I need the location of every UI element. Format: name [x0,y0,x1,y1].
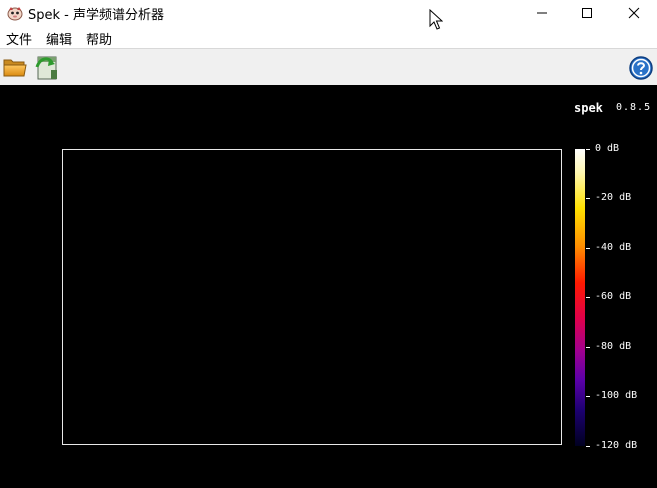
menu-edit[interactable]: 编辑 [46,29,72,48]
menu-bar: 文件 编辑 帮助 [0,26,657,48]
version-label: 0.8.5 [616,102,652,113]
minimize-icon [537,12,547,14]
db-tick [586,248,590,249]
db-label: -40 dB [595,242,632,253]
help-icon[interactable] [628,55,654,81]
db-label: -120 dB [595,440,638,451]
db-label: -20 dB [595,192,632,203]
title-bar[interactable]: Spek - 声学频谱分析器 [0,0,657,26]
menu-help[interactable]: 帮助 [86,29,112,48]
db-tick [586,396,590,397]
db-label: -80 dB [595,341,632,352]
db-tick [586,149,590,150]
save-file-icon[interactable] [34,53,60,81]
mouse-cursor-icon [429,9,443,30]
window-title: Spek - 声学频谱分析器 [28,8,164,23]
open-file-icon[interactable] [2,54,28,80]
spek-window: Spek - 声学频谱分析器 文件 编辑 帮助 spek 0.8.5 0 dB … [0,0,657,488]
maximize-button[interactable] [564,0,610,26]
spectrogram-plot-frame [62,149,562,445]
minimize-button[interactable] [519,0,565,26]
db-color-scale [575,149,585,446]
brand-label: spek [574,101,603,115]
spek-app-icon [7,7,23,21]
db-label: -60 dB [595,291,632,302]
maximize-icon [582,8,592,18]
spectrogram-canvas[interactable]: spek 0.8.5 0 dB -20 dB -40 dB -60 dB -80… [0,85,657,488]
db-tick [586,297,590,298]
db-tick [586,198,590,199]
close-icon [628,7,640,19]
db-label: -100 dB [595,390,638,401]
db-tick [586,347,590,348]
close-button[interactable] [611,0,657,26]
menu-file[interactable]: 文件 [6,29,32,48]
db-label: 0 dB [595,143,620,154]
toolbar [0,48,657,85]
db-tick [586,446,590,447]
